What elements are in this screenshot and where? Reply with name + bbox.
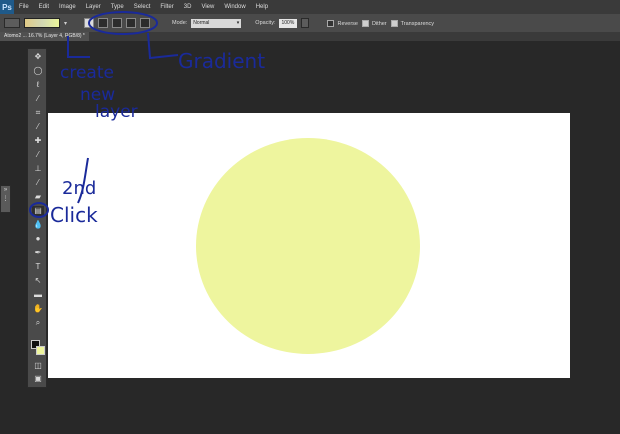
ink-word-gradient: Gradient [178, 49, 265, 73]
transparency-checkbox[interactable] [390, 19, 398, 27]
dither-label: Dither [371, 20, 387, 27]
opacity-input[interactable]: 100% [279, 18, 298, 28]
menu-image[interactable]: Image [54, 4, 81, 10]
tool-preset-picker[interactable] [4, 18, 20, 28]
reverse-label: Reverse [337, 20, 358, 27]
healing-icon[interactable]: ✚ [32, 136, 44, 146]
transparency-label: Transparency [400, 20, 435, 27]
quick-select-icon[interactable]: ⁄ [32, 94, 44, 104]
menu-help[interactable]: Help [251, 4, 273, 10]
menu-window[interactable]: Window [219, 4, 250, 10]
document-tab[interactable]: Atomo2 ... 16.7% (Layer 4, RGB/8) * [0, 32, 89, 41]
opacity-dropdown[interactable] [301, 18, 310, 28]
tools-panel: ✥ ◯ ℓ ⁄ ⌗ ⁄ ✚ ⁄ ⊥ ⁄ ▰ ▤ 💧 ● ✒ T ↖ ▬ ✋ ⌕ … [27, 48, 47, 388]
menu-select[interactable]: Select [129, 4, 156, 10]
zoom-icon[interactable]: ⌕ [32, 318, 44, 328]
screen-mode-icon[interactable]: ▣ [32, 374, 44, 384]
dither-checkbox[interactable] [361, 19, 369, 27]
type-icon[interactable]: T [32, 262, 44, 272]
dodge-icon[interactable]: ● [32, 234, 44, 244]
document-tab-bar: Atomo2 ... 16.7% (Layer 4, RGB/8) * [0, 32, 620, 41]
quick-mask-icon[interactable]: ◫ [32, 361, 44, 371]
brush-icon[interactable]: ⁄ [32, 150, 44, 160]
gradient-icon[interactable]: ▤ [32, 206, 44, 216]
pen-icon[interactable]: ✒ [32, 248, 44, 258]
menu-view[interactable]: View [196, 4, 219, 10]
photoshop-logo: Ps [0, 0, 14, 14]
menu-filter[interactable]: Filter [155, 4, 178, 10]
menu-edit[interactable]: Edit [34, 4, 54, 10]
options-bar: ▾ Mode: Normal Opacity: 100% Reverse Dit… [0, 14, 620, 32]
crop-icon[interactable]: ⌗ [32, 108, 44, 118]
menu-layer[interactable]: Layer [81, 4, 106, 10]
ink-word-create: create [60, 63, 114, 83]
linear-gradient-icon[interactable] [84, 18, 94, 28]
menu-file[interactable]: File [14, 4, 34, 10]
gradient-dropdown-icon[interactable]: ▾ [64, 20, 70, 27]
transparency-option[interactable]: Transparency [390, 19, 435, 27]
document-canvas[interactable] [48, 113, 570, 378]
background-color-swatch[interactable] [36, 346, 45, 355]
opacity-label: Opacity: [255, 20, 276, 26]
reverse-option[interactable]: Reverse [327, 19, 358, 27]
ink-word-new: new [80, 85, 115, 105]
menu-bar: Ps File Edit Image Layer Type Select Fil… [0, 0, 620, 14]
dither-option[interactable]: Dither [361, 19, 387, 27]
eraser-icon[interactable]: ▰ [32, 192, 44, 202]
panel-collapse-handle[interactable]: » ⋮ [0, 185, 11, 213]
angle-gradient-icon[interactable] [112, 18, 122, 28]
blur-icon[interactable]: 💧 [32, 220, 44, 230]
reverse-checkbox[interactable] [327, 19, 335, 27]
menu-type[interactable]: Type [106, 4, 129, 10]
shape-icon[interactable]: ▬ [32, 290, 44, 300]
menu-3d[interactable]: 3D [179, 4, 197, 10]
marquee-icon[interactable]: ◯ [32, 66, 44, 76]
reflected-gradient-icon[interactable] [126, 18, 136, 28]
lasso-icon[interactable]: ℓ [32, 80, 44, 90]
eyedropper-icon[interactable]: ⁄ [32, 122, 44, 132]
history-brush-icon[interactable]: ⁄ [32, 178, 44, 188]
stamp-icon[interactable]: ⊥ [32, 164, 44, 174]
move-icon[interactable]: ✥ [32, 52, 44, 62]
hand-icon[interactable]: ✋ [32, 304, 44, 314]
gradient-preview[interactable] [24, 18, 60, 28]
radial-gradient-icon[interactable] [98, 18, 108, 28]
diamond-gradient-icon[interactable] [140, 18, 150, 28]
path-select-icon[interactable]: ↖ [32, 276, 44, 286]
mode-select[interactable]: Normal [191, 18, 242, 28]
mode-label: Mode: [172, 20, 188, 26]
yellow-circle-shape [196, 138, 420, 354]
